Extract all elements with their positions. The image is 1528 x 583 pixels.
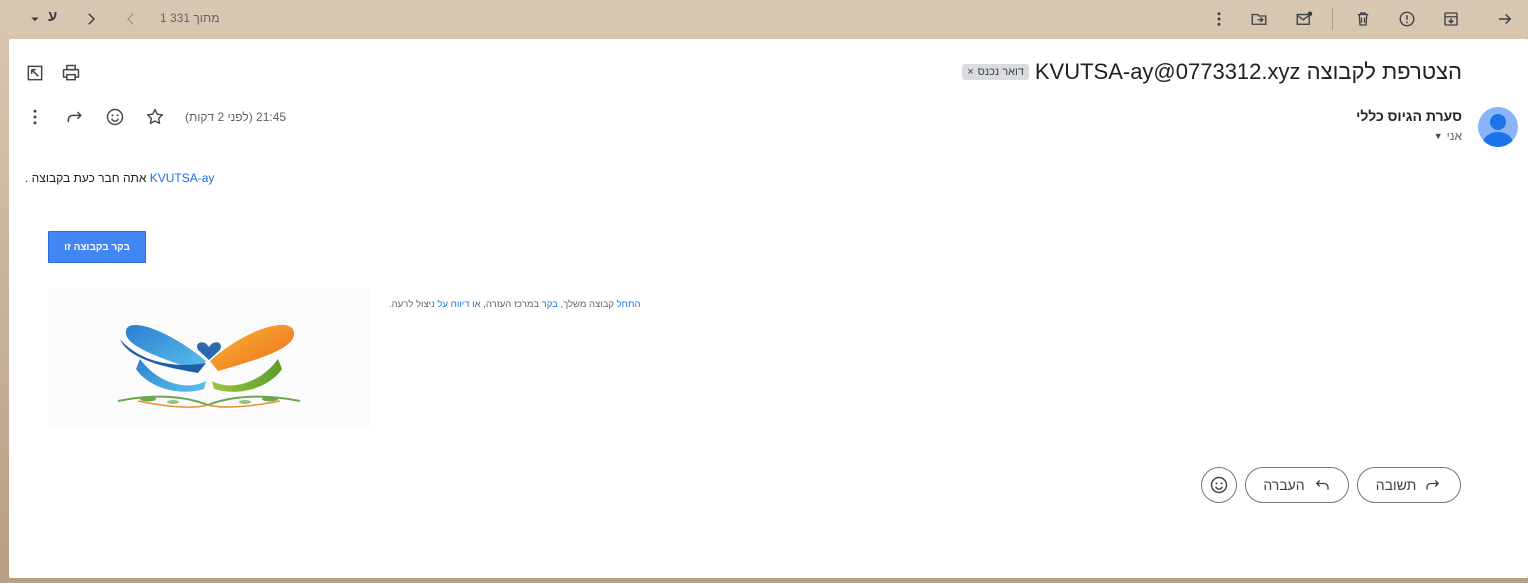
member-text: אתה חבר כעת בקבוצה xyxy=(31,171,150,185)
inbox-label-text: דואר נכנס xyxy=(977,66,1024,78)
mark-unread-icon[interactable] xyxy=(1289,4,1319,34)
heart-hands-logo xyxy=(117,324,301,408)
reply-button[interactable]: תשובה xyxy=(1357,467,1461,503)
input-language-indicator[interactable]: ע xyxy=(48,8,57,25)
trailing-dot: . xyxy=(25,171,32,185)
more-vert-icon[interactable] xyxy=(22,104,48,130)
move-to-icon[interactable] xyxy=(1244,4,1274,34)
reply-icon[interactable] xyxy=(62,104,88,130)
forward-button-label: העברה xyxy=(1263,477,1305,493)
back-arrow-icon[interactable] xyxy=(1490,4,1520,34)
archive-icon[interactable] xyxy=(1436,4,1466,34)
footer-text-1: קבוצה משלך, xyxy=(557,299,617,310)
email-subject: הצטרפת לקבוצה KVUTSA-ay@0773312.xyz xyxy=(1034,59,1462,84)
open-in-new-window-icon[interactable] xyxy=(22,60,48,86)
forward-arrow-icon xyxy=(1315,480,1329,490)
top-toolbar: ע 1 מתוך 331 xyxy=(0,0,1528,38)
footer-text-3: ניצול לרעה xyxy=(391,299,438,310)
help-center-link[interactable]: בקר xyxy=(542,299,558,310)
next-email-icon[interactable] xyxy=(76,4,106,34)
reply-arrow-icon xyxy=(1426,480,1440,490)
chevron-down-icon[interactable] xyxy=(22,4,48,34)
recipient-name: אני xyxy=(1446,129,1462,143)
email-view: הצטרפת לקבוצה KVUTSA-ay@0773312.xyz דואר… xyxy=(9,39,1528,578)
print-icon[interactable] xyxy=(58,60,84,86)
star-icon[interactable] xyxy=(142,104,168,130)
previous-email-icon[interactable] xyxy=(116,4,146,34)
emoji-reaction-button[interactable] xyxy=(1201,467,1237,503)
avatar xyxy=(1478,107,1518,147)
email-timestamp: 21:45 (לפני 2 דקות) xyxy=(185,110,287,124)
pager-count: 1 מתוך 331 xyxy=(160,11,220,25)
report-spam-icon[interactable] xyxy=(1392,4,1422,34)
remove-label-icon[interactable]: × xyxy=(967,66,973,78)
delete-icon[interactable] xyxy=(1348,4,1378,34)
group-logo-image xyxy=(48,289,370,427)
visit-group-button[interactable]: בקר בקבוצה זו xyxy=(48,231,146,263)
footer-text: התחל קבוצה משלך, בקר במרכז העזרה, או דיו… xyxy=(389,299,641,310)
start-group-link[interactable]: התחל xyxy=(617,299,641,310)
emoji-reaction-icon[interactable] xyxy=(102,104,128,130)
reply-button-label: תשובה xyxy=(1375,477,1417,493)
footer-text-2: במרכז העזרה, או xyxy=(469,299,542,310)
sender-name[interactable]: סערת הגיוס כללי xyxy=(1356,108,1462,124)
report-abuse-link[interactable]: דיווח על xyxy=(437,299,469,310)
forward-button[interactable]: העברה xyxy=(1245,467,1349,503)
membership-message: KVUTSA-ay אתה חבר כעת בקבוצה . xyxy=(25,171,214,185)
group-link[interactable]: KVUTSA-ay xyxy=(150,171,215,185)
toolbar-divider xyxy=(1332,8,1333,30)
caret-down-icon[interactable]: ▼ xyxy=(1434,131,1443,141)
recipient-details[interactable]: אני ▼ xyxy=(1434,129,1462,143)
more-options-icon[interactable] xyxy=(1204,4,1234,34)
inbox-label-chip: דואר נכנס × xyxy=(962,64,1029,80)
smiley-icon xyxy=(1210,476,1228,494)
